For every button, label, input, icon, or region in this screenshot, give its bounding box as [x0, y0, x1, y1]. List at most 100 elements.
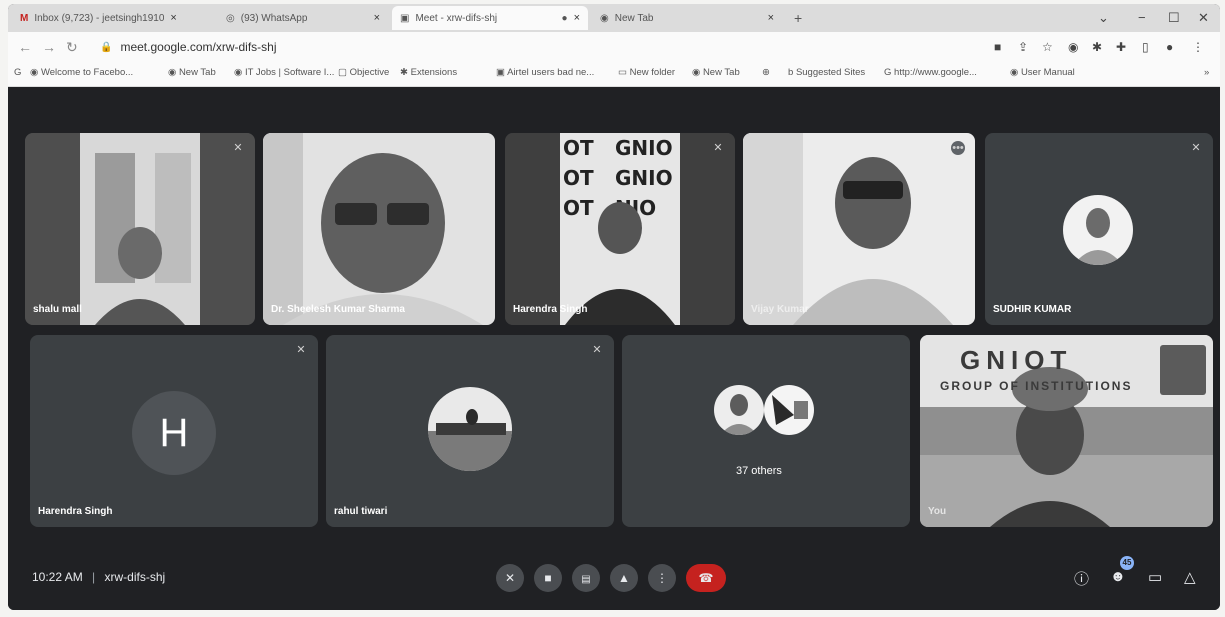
hang-up-icon: ☎	[698, 571, 714, 585]
participant-video: OT GNIO OT GNIO OT NIO	[505, 133, 735, 325]
bookmark-folder[interactable]: ▭ New folder	[618, 67, 675, 78]
forward-icon[interactable]: →	[42, 39, 56, 55]
tab-strip: M Inbox (9,723) - jeetsingh1910@g × ◎ (9…	[8, 4, 1220, 32]
participant-video	[743, 133, 975, 325]
apps-icon[interactable]: G	[14, 67, 21, 78]
wordpress-icon[interactable]: ⊕	[762, 67, 770, 78]
bookmark-item[interactable]: G http://www.google...	[884, 67, 977, 78]
participant-name: Harendra Singh	[513, 304, 588, 315]
participant-video	[25, 133, 255, 325]
captions-button[interactable]: ▤	[572, 564, 600, 592]
address-bar[interactable]: 🔒 meet.google.com/xrw-difs-shj	[100, 36, 980, 58]
participant-name: Dr. Sheelesh Kumar Sharma	[271, 304, 405, 315]
leave-call-button[interactable]: ☎	[686, 564, 726, 592]
bookmark-item[interactable]: ◉ Welcome to Facebo...	[30, 67, 133, 78]
chat-icon[interactable]: ▭	[1148, 568, 1162, 586]
bookmark-item[interactable]: ▢ Objective	[338, 67, 389, 78]
participant-name: SUDHIR KUMAR	[993, 304, 1072, 315]
participant-avatar: H	[132, 391, 216, 475]
participant-name: rahul tiwari	[334, 506, 388, 517]
tab-gmail[interactable]: M Inbox (9,723) - jeetsingh1910@g ×	[12, 6, 212, 30]
camera-toggle-button[interactable]: ■	[534, 564, 562, 592]
bookmark-label: IT Jobs | Software I...	[244, 67, 335, 78]
participant-tile[interactable]: ✕ shalu mall	[25, 133, 255, 325]
info-icon[interactable]: ⓘ	[1074, 568, 1089, 589]
bookmark-item[interactable]: ◉ User Manual	[1010, 67, 1075, 78]
participant-tile[interactable]: H ✕ Harendra Singh	[30, 335, 318, 527]
bookmark-item[interactable]: ◉ New Tab	[692, 67, 740, 78]
meeting-code: xrw-difs-shj	[104, 570, 166, 584]
pin-icon[interactable]: ✚	[1116, 40, 1126, 54]
minimize-icon[interactable]: −	[1138, 10, 1146, 25]
participant-tile[interactable]: ✕ SUDHIR KUMAR	[985, 133, 1213, 325]
mic-off-icon: ✕	[1191, 142, 1201, 154]
more-options-button[interactable]: ⋮	[648, 564, 676, 592]
bookmark-item[interactable]: ◉ IT Jobs | Software I...	[234, 67, 334, 78]
separator: |	[92, 570, 96, 584]
profile-icon[interactable]: ●	[1166, 40, 1173, 54]
extensions-icon: ✱	[400, 67, 411, 78]
participant-tile[interactable]: ✕ rahul tiwari	[326, 335, 614, 527]
signage-text: GROUP OF INSTITUTIONS	[940, 379, 1133, 393]
captions-icon: ▤	[581, 574, 591, 585]
reload-icon[interactable]: ↻	[66, 39, 78, 56]
bookmark-item[interactable]: b Suggested Sites	[788, 67, 865, 78]
bookmark-item[interactable]: ▣ Airtel users bad ne...	[496, 67, 594, 78]
airtel-icon: ▣	[496, 67, 508, 78]
people-count-badge: 45	[1120, 556, 1134, 570]
star-icon[interactable]: ☆	[1042, 40, 1053, 54]
bookmark-item[interactable]: ◉ New Tab	[168, 67, 216, 78]
participant-name: shalu mall	[33, 304, 82, 315]
others-avatar	[764, 385, 814, 435]
tab-meet[interactable]: ▣ Meet - xrw-difs-shj ● ×	[392, 6, 588, 30]
browser-window: M Inbox (9,723) - jeetsingh1910@g × ◎ (9…	[8, 4, 1220, 610]
participant-tile[interactable]: Dr. Sheelesh Kumar Sharma	[263, 133, 495, 325]
present-icon: ▲	[618, 571, 630, 585]
folder-icon: ▭	[618, 67, 630, 78]
bookmark-label: Objective	[349, 67, 390, 78]
mic-off-icon: ✕	[296, 344, 306, 356]
back-icon[interactable]: ←	[18, 39, 32, 55]
close-window-icon[interactable]: ✕	[1198, 10, 1209, 26]
tab-title: New Tab	[614, 12, 654, 24]
tab-title: Meet - xrw-difs-shj	[415, 12, 498, 24]
bookmark-label: Welcome to Facebo...	[40, 67, 134, 78]
participant-avatar	[428, 387, 512, 471]
others-tile[interactable]: 37 others	[622, 335, 910, 527]
extension-icon[interactable]: ◉	[1068, 40, 1078, 54]
bing-icon: b	[788, 67, 796, 78]
participant-tile[interactable]: OT GNIO OT GNIO OT NIO ✕ Harendra Singh	[505, 133, 735, 325]
gmail-icon: M	[20, 12, 29, 24]
camera-in-use-icon[interactable]: ■	[994, 40, 1001, 54]
tab-whatsapp[interactable]: ◎ (93) WhatsApp ×	[218, 6, 388, 30]
tab-title: (93) WhatsApp	[240, 12, 308, 24]
share-icon[interactable]: ⇪	[1018, 40, 1028, 54]
activities-icon[interactable]: △	[1184, 568, 1196, 586]
present-button[interactable]: ▲	[610, 564, 638, 592]
participant-name: Harendra Singh	[38, 506, 113, 517]
close-tab-icon[interactable]: ×	[768, 12, 774, 24]
close-tab-icon[interactable]: ×	[374, 12, 380, 24]
bookmark-label: User Manual	[1020, 67, 1075, 78]
svg-text:OT: OT	[563, 196, 594, 220]
plus-icon: +	[794, 10, 803, 26]
more-bookmarks-icon[interactable]: »	[1204, 67, 1209, 78]
globe-icon: ◉	[234, 67, 245, 78]
meeting-info: 10:22 AM | xrw-difs-shj	[32, 570, 165, 584]
new-tab-button[interactable]: +	[786, 6, 810, 30]
participant-tile-speaking[interactable]: ••• Vijay Kumar	[743, 133, 975, 325]
mic-toggle-button[interactable]: ✕	[496, 564, 524, 592]
menu-icon[interactable]: ⋮	[1192, 40, 1204, 54]
bookmark-label: Airtel users bad ne...	[507, 67, 595, 78]
close-tab-icon[interactable]: ×	[574, 12, 580, 24]
self-view-tile[interactable]: GNIOT GROUP OF INSTITUTIONS You	[920, 335, 1213, 527]
maximize-icon[interactable]: ☐	[1168, 10, 1180, 26]
participant-avatar	[1063, 195, 1133, 265]
close-tab-icon[interactable]: ×	[170, 12, 176, 24]
bookmark-item[interactable]: ✱ Extensions	[400, 67, 457, 78]
tab-search-icon[interactable]: ⌄	[1098, 10, 1109, 26]
people-icon[interactable]: ☻	[1110, 568, 1126, 585]
puzzle-icon[interactable]: ✱	[1092, 40, 1102, 54]
tab-new-tab[interactable]: ◉ New Tab ×	[592, 6, 782, 30]
sidepanel-icon[interactable]: ▯	[1142, 40, 1149, 54]
